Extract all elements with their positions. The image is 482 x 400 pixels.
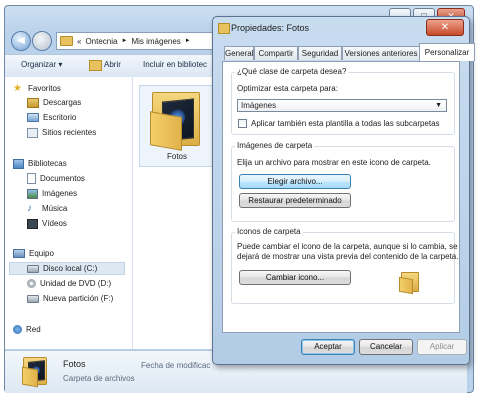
- navigation-bar: ◀ ▶ « Ontecnia ► Mis imágenes ►: [11, 30, 221, 52]
- properties-dialog: Propiedades: Fotos ✕ General Compartir S…: [212, 16, 475, 365]
- nav-item-label: Descargas: [43, 98, 82, 107]
- nav-item-downloads[interactable]: Descargas: [27, 96, 81, 109]
- breadcrumb-overflow[interactable]: «: [77, 37, 81, 46]
- desktop-icon: [27, 113, 39, 122]
- nav-item-music[interactable]: ♪ Música: [27, 202, 67, 215]
- folder-front: [150, 111, 182, 151]
- breadcrumb-separator-icon[interactable]: ►: [121, 38, 127, 44]
- optimize-label: Optimizar esta carpeta para:: [237, 84, 338, 93]
- tab-previous-versions[interactable]: Versiones anteriores: [342, 46, 420, 60]
- address-bar[interactable]: « Ontecnia ► Mis imágenes ►: [56, 32, 221, 50]
- tab-sharing[interactable]: Compartir: [254, 46, 298, 60]
- tab-customize[interactable]: Personalizar: [419, 43, 475, 61]
- nav-item-videos[interactable]: Vídeos: [27, 217, 67, 230]
- nav-computer[interactable]: Equipo: [13, 247, 54, 260]
- folder-type-select[interactable]: Imágenes ▼: [237, 99, 447, 112]
- folder-pictures-description: Elija un archivo para mostrar en este ic…: [237, 158, 431, 167]
- forward-button[interactable]: ▶: [32, 31, 52, 51]
- nav-item-label: Unidad de DVD (D:): [40, 279, 112, 288]
- folder-item-fotos[interactable]: Fotos: [139, 85, 215, 167]
- nav-item-label: Imágenes: [42, 189, 78, 198]
- include-in-library-menu[interactable]: Incluir en bibliotec: [143, 60, 207, 69]
- organize-menu[interactable]: Organizar ▾: [21, 60, 62, 69]
- chevron-down-icon: ▼: [435, 102, 442, 109]
- nav-libraries-label: Bibliotecas: [28, 159, 67, 168]
- apply-subfolders-checkbox[interactable]: [238, 119, 247, 128]
- open-button[interactable]: Abrir: [104, 60, 121, 69]
- tab-general[interactable]: General: [224, 46, 254, 60]
- nav-item-label: Vídeos: [42, 219, 67, 228]
- folder-icons-description-line1: Puede cambiar el icono de la carpeta, au…: [237, 242, 458, 251]
- tab-security[interactable]: Seguridad: [298, 46, 342, 60]
- command-bar: Organizar ▾ Abrir Incluir en bibliotec: [5, 54, 219, 78]
- dvd-drive-icon: [27, 279, 36, 288]
- nav-item-dvd-drive[interactable]: Unidad de DVD (D:): [27, 277, 111, 290]
- nav-item-documents[interactable]: Documentos: [27, 172, 85, 185]
- cancel-button[interactable]: Cancelar: [359, 339, 413, 355]
- folder-type-group-label: ¿Qué clase de carpeta desea?: [235, 67, 349, 76]
- recent-places-icon: [27, 127, 38, 138]
- hard-drive-icon: [27, 264, 39, 273]
- ok-button[interactable]: Aceptar: [301, 339, 355, 355]
- nav-libraries[interactable]: Bibliotecas: [13, 157, 67, 170]
- dialog-close-button[interactable]: ✕: [426, 19, 464, 36]
- folder-icon: [60, 36, 73, 46]
- details-type: Carpeta de archivos: [63, 374, 135, 383]
- folder-preview-icon: [399, 272, 419, 295]
- breadcrumb-separator-icon[interactable]: ►: [185, 38, 191, 44]
- navigation-pane: ★ Favoritos Descargas Escritorio Sitios …: [5, 77, 133, 349]
- downloads-folder-icon: [27, 97, 39, 108]
- computer-icon: [13, 249, 25, 258]
- star-icon: ★: [13, 82, 22, 94]
- libraries-icon: [13, 158, 24, 169]
- apply-button[interactable]: Aplicar: [417, 339, 467, 355]
- network-icon: [13, 325, 22, 334]
- nav-favorites-label: Favoritos: [28, 84, 61, 93]
- nav-item-label: Nueva partición (F:): [43, 294, 114, 303]
- hard-drive-icon: [27, 294, 39, 303]
- nav-item-label: Escritorio: [43, 113, 77, 122]
- open-folder-icon: [89, 60, 102, 71]
- nav-favorites[interactable]: ★ Favoritos: [13, 82, 61, 95]
- folder-type-selected: Imágenes: [241, 101, 277, 110]
- nav-item-pictures[interactable]: Imágenes: [27, 187, 77, 200]
- nav-item-label: Sitios recientes: [42, 128, 97, 137]
- folder-icon: [21, 355, 47, 388]
- nav-item-desktop[interactable]: Escritorio: [27, 111, 76, 124]
- breadcrumb-item[interactable]: Ontecnia: [85, 37, 117, 46]
- details-name: Fotos: [63, 359, 86, 369]
- breadcrumb-item[interactable]: Mis imágenes: [131, 37, 180, 46]
- folder-item-label: Fotos: [166, 152, 187, 161]
- nav-item-label: Música: [42, 204, 68, 213]
- nav-item-label: Documentos: [40, 174, 85, 183]
- restore-default-button[interactable]: Restaurar predeterminado: [239, 193, 351, 208]
- details-modified-label: Fecha de modificac: [141, 361, 211, 370]
- folder-icon: [218, 23, 230, 34]
- nav-item-label: Disco local (C:): [43, 264, 98, 273]
- back-button[interactable]: ◀: [11, 31, 31, 51]
- nav-item-new-partition[interactable]: Nueva partición (F:): [27, 292, 113, 305]
- dialog-title: Propiedades: Fotos: [231, 23, 310, 33]
- nav-item-recent-places[interactable]: Sitios recientes: [27, 126, 96, 139]
- folder-icons-description-line2: dejará de mostrar una vista previa del c…: [237, 252, 459, 261]
- apply-subfolders-label: Aplicar también esta plantilla a todas l…: [251, 119, 440, 128]
- nav-network-label: Red: [26, 325, 41, 334]
- documents-icon: [27, 173, 36, 184]
- nav-item-local-disk[interactable]: Disco local (C:): [9, 262, 125, 275]
- nav-computer-label: Equipo: [29, 249, 54, 258]
- folder-pictures-group-label: Imágenes de carpeta: [235, 141, 315, 150]
- music-icon: ♪: [27, 202, 32, 214]
- pictures-icon: [27, 188, 38, 199]
- file-list: Fotos: [133, 77, 219, 349]
- folder-icons-group-label: Iconos de carpeta: [235, 227, 303, 236]
- nav-network[interactable]: Red: [13, 323, 41, 336]
- videos-icon: [27, 218, 38, 229]
- change-icon-button[interactable]: Cambiar icono...: [239, 270, 351, 285]
- choose-file-button[interactable]: Elegir archivo...: [239, 174, 351, 189]
- tab-panel-customize: ¿Qué clase de carpeta desea? Optimizar e…: [222, 61, 460, 333]
